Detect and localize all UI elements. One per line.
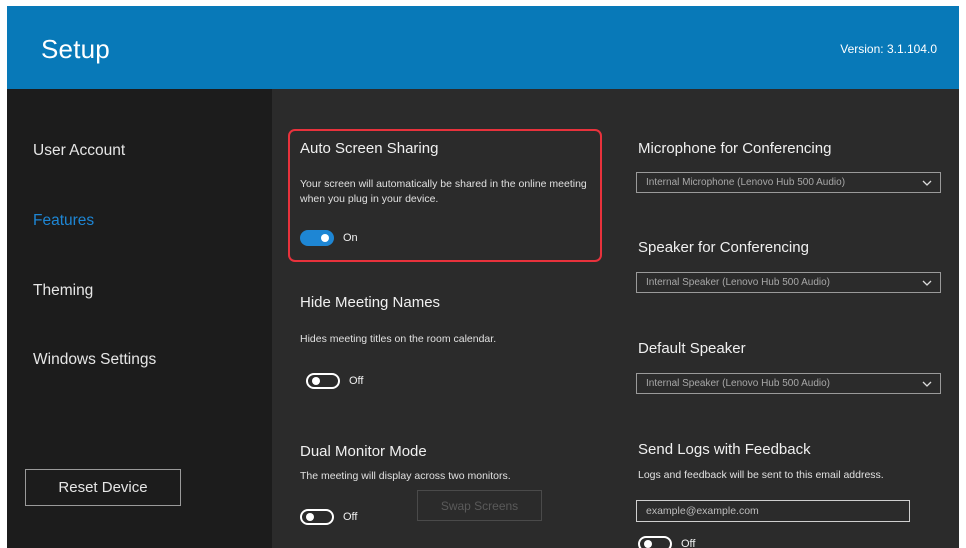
settings-window: Setup Version: 3.1.104.0 User Account Fe… (7, 6, 959, 548)
toggle-track (300, 230, 334, 246)
hide-meeting-names-description: Hides meeting titles on the room calenda… (300, 333, 497, 345)
sidebar-item-features[interactable]: Features (33, 212, 94, 230)
dual-monitor-mode-title: Dual Monitor Mode (300, 443, 427, 460)
chevron-down-icon (922, 180, 932, 186)
auto-screen-sharing-toggle[interactable]: On (300, 230, 358, 246)
toggle-track (306, 373, 340, 389)
dual-monitor-mode-toggle[interactable]: Off (300, 509, 357, 525)
select-value: Internal Speaker (Lenovo Hub 500 Audio) (646, 378, 831, 389)
description-line-1: Your screen will automatically be shared… (300, 178, 587, 190)
chevron-down-icon (922, 280, 932, 286)
swap-screens-button[interactable]: Swap Screens (417, 490, 542, 521)
sidebar-item-user-account[interactable]: User Account (33, 142, 125, 160)
send-logs-description: Logs and feedback will be sent to this e… (638, 469, 884, 481)
microphone-select[interactable]: Internal Microphone (Lenovo Hub 500 Audi… (636, 172, 941, 193)
toggle-state-label: Off (681, 538, 696, 548)
send-logs-toggle[interactable]: Off (638, 536, 695, 548)
toggle-knob (321, 234, 329, 242)
select-value: Internal Microphone (Lenovo Hub 500 Audi… (646, 177, 846, 188)
auto-screen-sharing-title: Auto Screen Sharing (300, 140, 439, 157)
default-speaker-select[interactable]: Internal Speaker (Lenovo Hub 500 Audio) (636, 373, 941, 394)
sidebar: User Account Features Theming Windows Se… (7, 89, 272, 548)
toggle-track (638, 536, 672, 548)
auto-screen-sharing-description: Your screen will automatically be shared… (300, 177, 587, 207)
toggle-knob (312, 377, 320, 385)
reset-device-button[interactable]: Reset Device (25, 469, 181, 506)
send-logs-title: Send Logs with Feedback (638, 441, 811, 458)
description-line-2: when you plug in your device. (300, 193, 439, 205)
version-label: Version: 3.1.104.0 (840, 42, 937, 56)
toggle-state-label: Off (343, 511, 358, 523)
speaker-title: Speaker for Conferencing (638, 239, 809, 256)
features-panel: Auto Screen Sharing Your screen will aut… (272, 89, 959, 548)
toggle-knob (644, 540, 652, 548)
sidebar-item-theming[interactable]: Theming (33, 282, 93, 300)
default-speaker-title: Default Speaker (638, 340, 746, 357)
header-bar: Setup Version: 3.1.104.0 (7, 6, 959, 89)
select-value: Internal Speaker (Lenovo Hub 500 Audio) (646, 277, 831, 288)
toggle-state-label: On (343, 232, 358, 244)
email-field[interactable] (636, 500, 910, 522)
speaker-select[interactable]: Internal Speaker (Lenovo Hub 500 Audio) (636, 272, 941, 293)
hide-meeting-names-toggle[interactable]: Off (306, 373, 363, 389)
toggle-track (300, 509, 334, 525)
sidebar-item-windows-settings[interactable]: Windows Settings (33, 351, 156, 369)
dual-monitor-mode-description: The meeting will display across two moni… (300, 470, 511, 482)
chevron-down-icon (922, 381, 932, 387)
microphone-title: Microphone for Conferencing (638, 140, 832, 157)
hide-meeting-names-title: Hide Meeting Names (300, 294, 441, 311)
toggle-knob (306, 513, 314, 521)
toggle-state-label: Off (349, 375, 364, 387)
page-title: Setup (41, 34, 110, 64)
